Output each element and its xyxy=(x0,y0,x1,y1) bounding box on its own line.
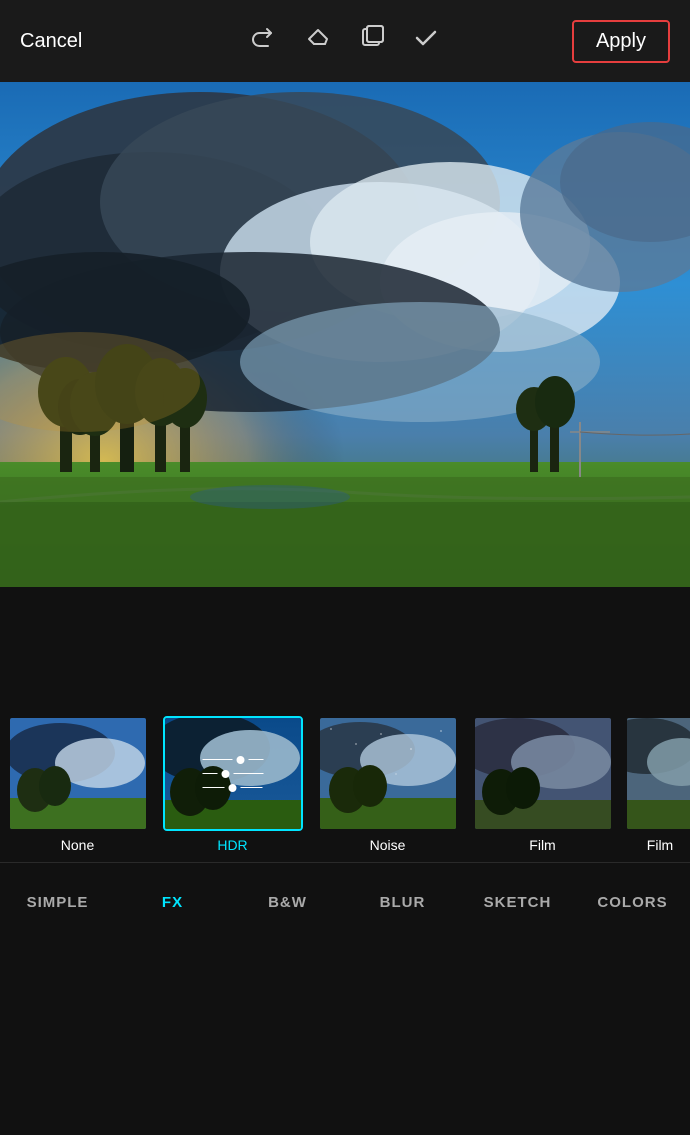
nav-item-simple[interactable]: SIMPLE xyxy=(0,863,115,942)
cancel-button[interactable]: Cancel xyxy=(20,30,82,53)
layers-icon[interactable] xyxy=(359,25,385,57)
redo-icon[interactable] xyxy=(251,25,277,57)
filter-thumb-film2[interactable] xyxy=(625,716,690,831)
filter-row: None xyxy=(0,707,690,862)
check-icon[interactable] xyxy=(413,25,439,57)
filter-label-noise: Noise xyxy=(370,837,406,853)
filter-thumb-none[interactable] xyxy=(8,716,148,831)
spacer-area xyxy=(0,587,690,707)
filter-item-film2[interactable]: Film xyxy=(620,716,690,853)
filter-item-none[interactable]: None xyxy=(0,716,155,853)
nav-item-sketch[interactable]: SKETCH xyxy=(460,863,575,942)
main-image xyxy=(0,82,690,587)
apply-button[interactable]: Apply xyxy=(572,20,670,63)
nav-item-fx[interactable]: FX xyxy=(115,863,230,942)
filter-item-film[interactable]: Film xyxy=(465,716,620,853)
filter-item-hdr[interactable]: HDR xyxy=(155,716,310,853)
filter-thumb-film[interactable] xyxy=(473,716,613,831)
filter-thumb-hdr[interactable] xyxy=(163,716,303,831)
nav-item-colors[interactable]: COLORS xyxy=(575,863,690,942)
filter-label-film: Film xyxy=(529,837,555,853)
toolbar: Cancel Apply xyxy=(0,0,690,82)
nav-item-blur[interactable]: BLUR xyxy=(345,863,460,942)
nav-item-bw[interactable]: B&W xyxy=(230,863,345,942)
filter-label-none: None xyxy=(61,837,94,853)
filter-label-hdr: HDR xyxy=(217,837,247,853)
bottom-nav: SIMPLE FX B&W BLUR SKETCH COLORS xyxy=(0,862,690,942)
filter-label-film2: Film xyxy=(647,837,673,853)
filter-item-noise[interactable]: Noise xyxy=(310,716,465,853)
hdr-icon-overlay xyxy=(202,756,263,792)
filter-thumb-noise[interactable] xyxy=(318,716,458,831)
eraser-icon[interactable] xyxy=(305,25,331,57)
